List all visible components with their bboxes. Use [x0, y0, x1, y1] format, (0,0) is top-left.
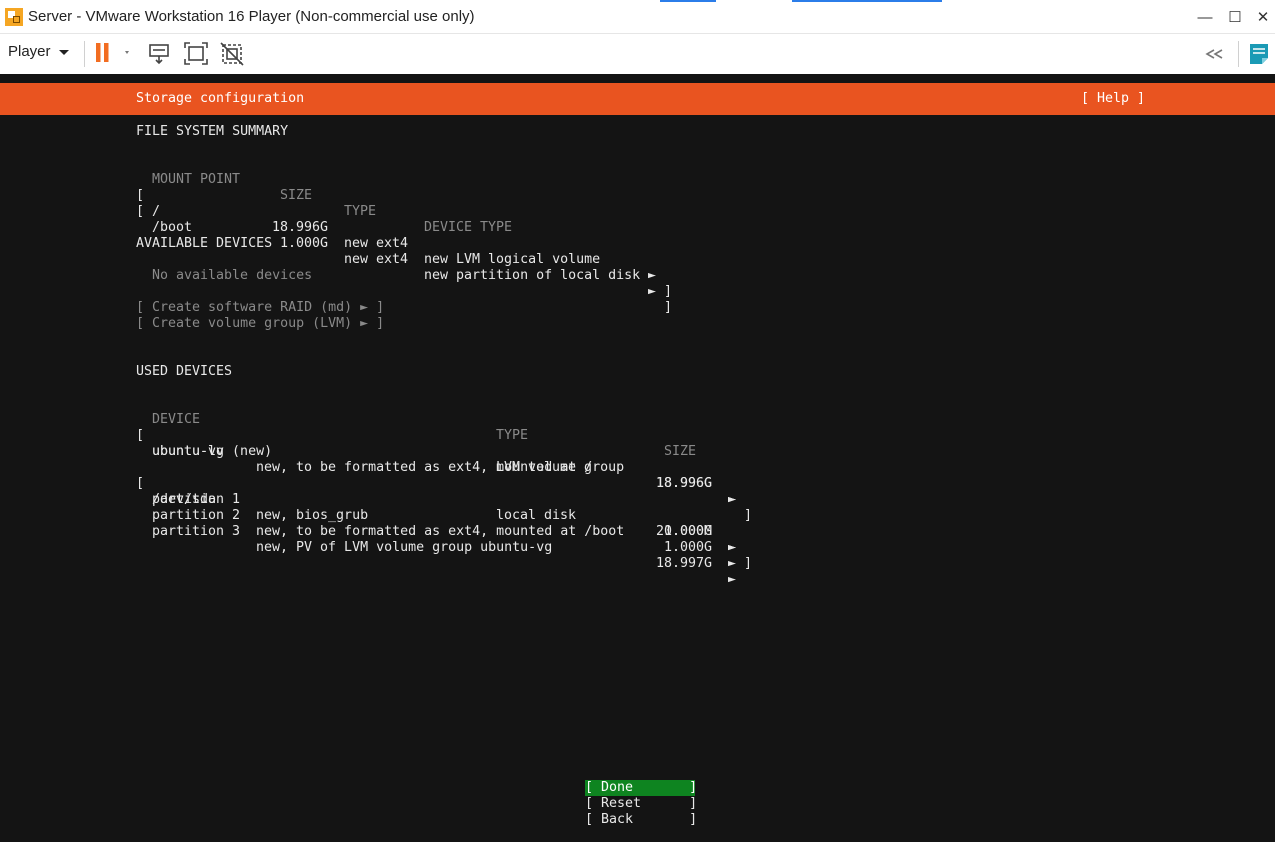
- size: 18.996G: [272, 220, 329, 235]
- device-description: new, to be formatted as ext4, mounted at…: [256, 524, 625, 539]
- full-screen-icon: [184, 42, 208, 65]
- mount-point: /boot: [152, 220, 193, 235]
- vmware-app-icon: [5, 8, 23, 26]
- toolbar-divider: [1238, 41, 1239, 67]
- no-available-devices-text: No available devices: [152, 268, 313, 283]
- fs-summary-heading: FILE SYSTEM SUMMARY: [136, 124, 289, 139]
- device-size: 18.997G: [656, 556, 713, 571]
- pause-icon: [96, 43, 129, 62]
- used-device-row-partition-3[interactable]: partition 3 new, PV of LVM volume group …: [136, 508, 756, 587]
- create-raid-button[interactable]: [ Create software RAID (md) ► ]: [136, 300, 384, 316]
- close-icon: ✕: [1256, 9, 1270, 26]
- send-ctrl-alt-del-button[interactable]: [145, 40, 173, 68]
- used-device-row-ubuntu-lv[interactable]: ubuntu-lv new, to be formatted as ext4, …: [136, 428, 756, 507]
- row-bracket-close: ]: [744, 556, 753, 571]
- used-device-row-partition-2[interactable]: partition 2 new, to be formatted as ext4…: [136, 492, 756, 571]
- unity-icon: [220, 42, 244, 66]
- device-type: new partition of local disk: [424, 268, 641, 283]
- maximize-icon: ☐: [1228, 9, 1242, 26]
- device-type: new LVM logical volume: [424, 252, 601, 267]
- window-title-bar: Server - VMware Workstation 16 Player (N…: [0, 0, 1275, 34]
- collapse-toolbar-button[interactable]: [1202, 40, 1230, 68]
- arrow-right-icon: ►: [728, 540, 737, 555]
- toolbar-divider: [84, 41, 85, 67]
- pause-button[interactable]: [92, 40, 129, 68]
- full-screen-button[interactable]: [182, 40, 210, 68]
- arrow-right-icon: ►: [728, 556, 737, 571]
- used-device-row-sda[interactable]: [ /dev/sda local disk 20.000G ► ]: [136, 460, 756, 571]
- send-ctrl-alt-del-icon: [149, 44, 169, 65]
- fs-row-boot[interactable]: [ /boot 1.000G new ext4 new partition of…: [136, 188, 696, 315]
- player-menu-label: Player: [8, 43, 51, 60]
- col-type: TYPE: [344, 204, 377, 219]
- minimize-icon: —: [1197, 8, 1213, 26]
- device-name: partition 3: [152, 524, 241, 539]
- device-description: new, PV of LVM volume group ubuntu-vg: [256, 540, 553, 555]
- maximize-button[interactable]: ☐: [1220, 4, 1250, 30]
- fs-type: new ext4: [344, 252, 409, 267]
- window-title: Server - VMware Workstation 16 Player (N…: [28, 8, 475, 25]
- col-device-type: DEVICE TYPE: [424, 220, 513, 235]
- unity-button[interactable]: [218, 40, 246, 68]
- fs-row-root[interactable]: [ / 18.996G new ext4 new LVM logical vol…: [136, 172, 696, 299]
- screen-title: Storage configuration: [136, 91, 305, 106]
- row-bracket-close: ]: [664, 300, 673, 315]
- size: 1.000G: [280, 236, 329, 251]
- arrow-right-icon: ►: [648, 268, 657, 283]
- device-size: 1.000M: [664, 524, 713, 539]
- notes-icon: [1250, 44, 1268, 64]
- help-button[interactable]: [ Help ]: [1081, 91, 1145, 106]
- used-device-row-ubuntu-vg[interactable]: [ ubuntu-vg (new) LVM volume group 18.99…: [136, 412, 756, 523]
- taskbar-strip: [660, 0, 716, 2]
- player-menu-button[interactable]: Player: [8, 43, 69, 60]
- arrow-right-icon: ►: [728, 572, 737, 587]
- fs-summary-header-row: MOUNT POINT SIZE TYPE DEVICE TYPE: [136, 156, 696, 235]
- row-bracket-close: ]: [664, 284, 673, 299]
- arrow-right-icon: ►: [648, 284, 657, 299]
- reset-button[interactable]: [ Reset ]: [585, 796, 697, 812]
- used-devices-heading: USED DEVICES: [136, 364, 233, 379]
- device-size: 1.000G: [664, 540, 713, 555]
- device-name: ubuntu-lv: [152, 444, 225, 459]
- notes-button[interactable]: [1245, 40, 1273, 68]
- player-toolbar: Player: [0, 34, 1275, 74]
- col-size: SIZE: [664, 444, 697, 459]
- create-volume-group-button[interactable]: [ Create volume group (LVM) ► ]: [136, 316, 384, 332]
- close-button[interactable]: ✕: [1248, 4, 1275, 30]
- taskbar-strip: [792, 0, 942, 2]
- available-devices-heading: AVAILABLE DEVICES: [136, 236, 273, 251]
- vm-console[interactable]: Storage configuration [ Help ] FILE SYST…: [0, 74, 1275, 842]
- fs-type: new ext4: [344, 236, 409, 251]
- row-bracket-open: [: [136, 204, 145, 219]
- installer-header: Storage configuration [ Help ]: [0, 83, 1275, 115]
- minimize-button[interactable]: —: [1190, 4, 1220, 30]
- used-device-row-partition-1[interactable]: partition 1 new, bios_grub 1.000M ►: [136, 476, 756, 555]
- back-button[interactable]: [ Back ]: [585, 812, 697, 828]
- used-devices-header-row: DEVICE TYPE SIZE: [136, 396, 756, 459]
- collapse-icon: [1205, 49, 1223, 59]
- chevron-down-icon: [58, 49, 69, 55]
- done-button[interactable]: [ Done ]: [585, 780, 697, 796]
